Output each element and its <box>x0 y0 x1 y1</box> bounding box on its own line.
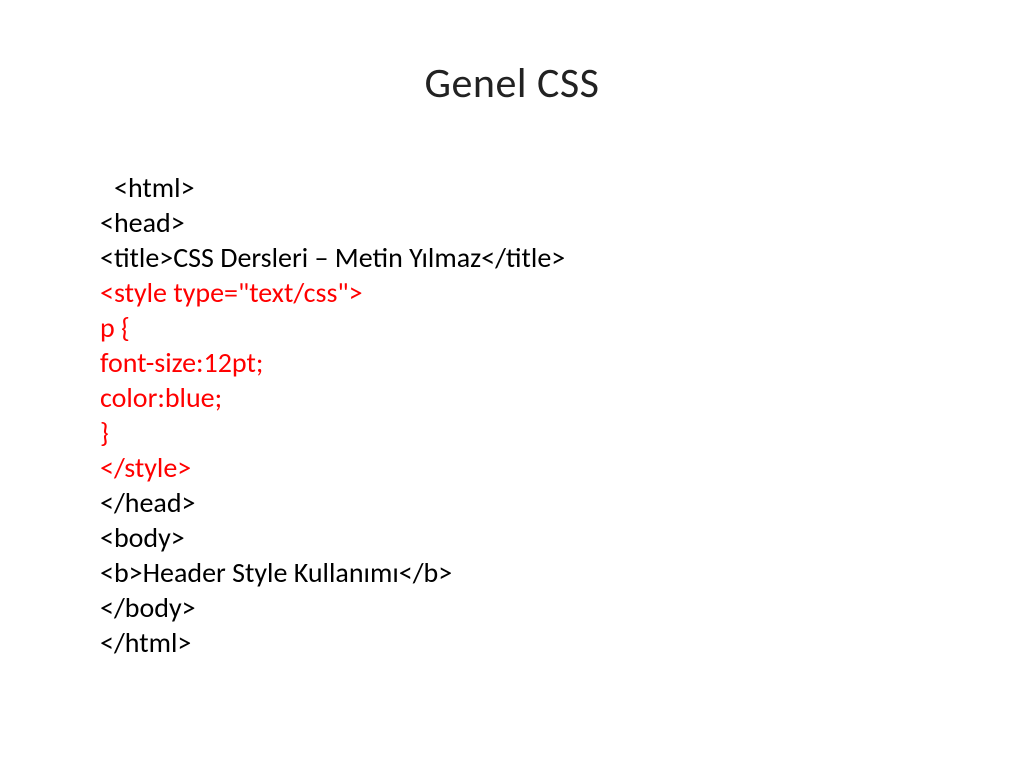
code-line: font-size:12pt; <box>100 345 565 380</box>
slide: Genel CSS <html> <head> <title>CSS Dersl… <box>0 0 1024 768</box>
code-line: p { <box>100 310 565 345</box>
code-line: } <box>100 415 565 450</box>
code-line: <title>CSS Dersleri – Metin Yılmaz</titl… <box>100 240 565 275</box>
code-line: color:blue; <box>100 380 565 415</box>
code-line: <style type="text/css"> <box>100 275 565 310</box>
code-line: <b>Header Style Kullanımı</b> <box>100 555 565 590</box>
slide-title: Genel CSS <box>0 0 1024 109</box>
code-example: <html> <head> <title>CSS Dersleri – Meti… <box>100 170 565 660</box>
code-line: </style> <box>100 450 565 485</box>
code-line: <html> <box>100 170 565 205</box>
code-line: </body> <box>100 590 565 625</box>
code-line: <body> <box>100 520 565 555</box>
code-line: </head> <box>100 485 565 520</box>
code-line: <head> <box>100 205 565 240</box>
code-line: </html> <box>100 625 565 660</box>
